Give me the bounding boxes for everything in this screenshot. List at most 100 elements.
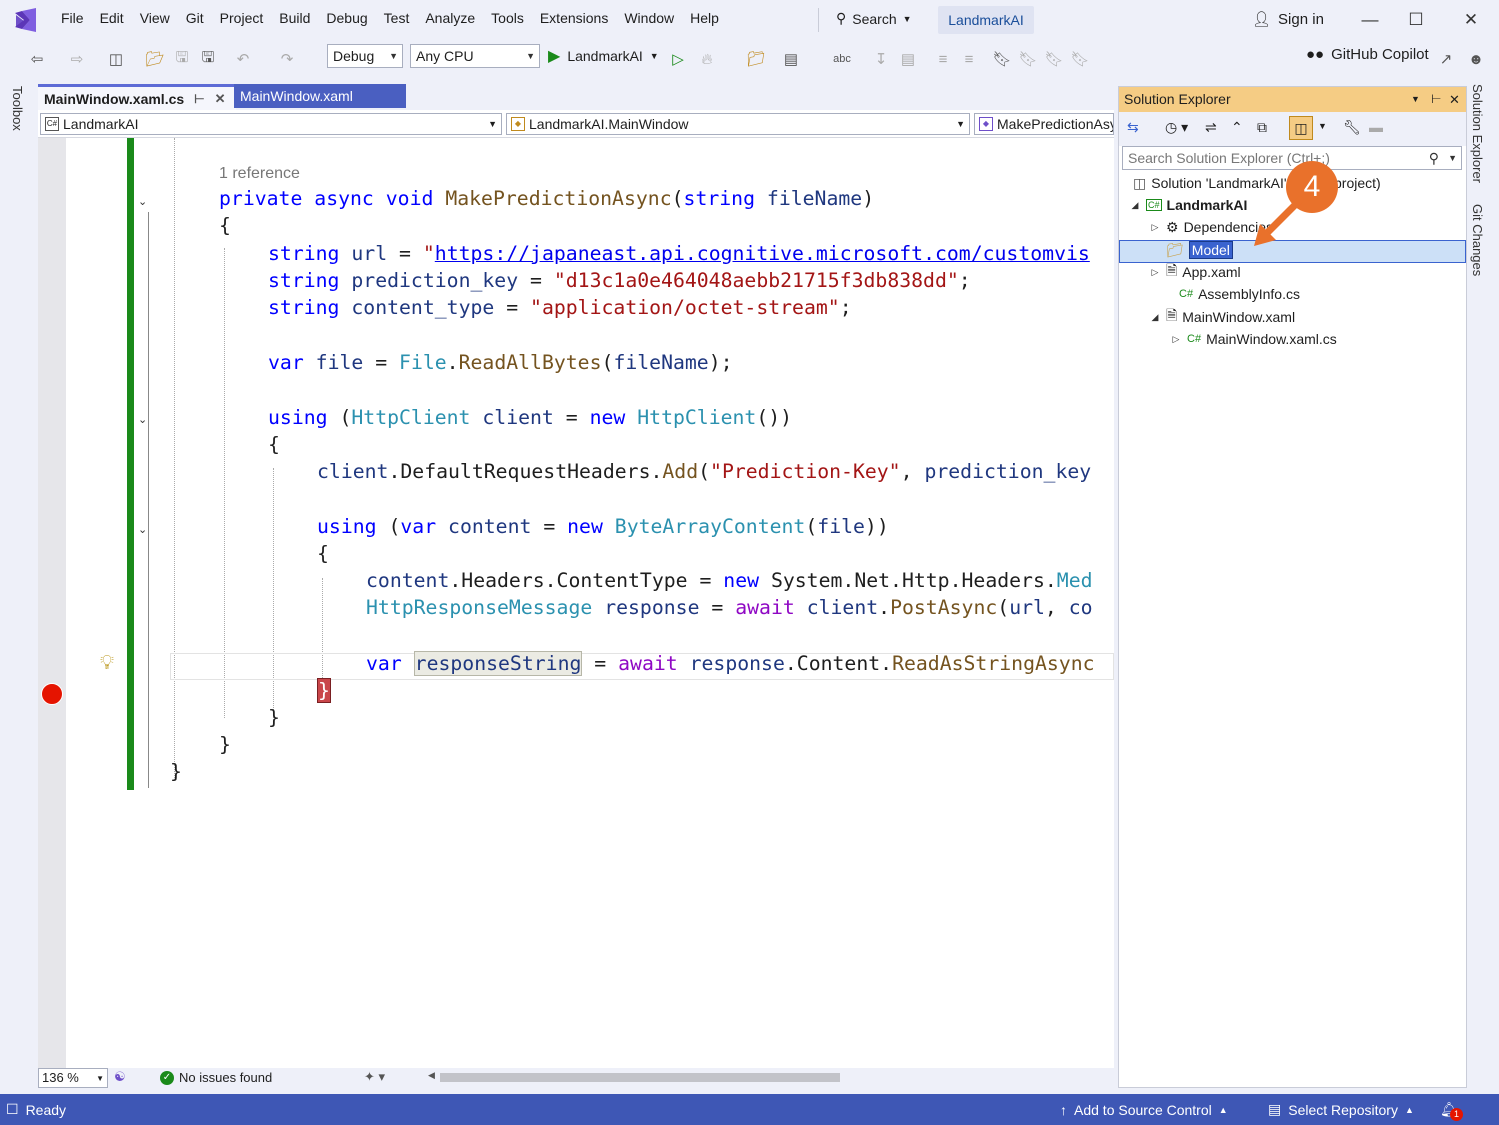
tree-item-solution[interactable]: ◫ Solution 'LandmarkAI' (1 of 1 project) [1133, 172, 1381, 194]
copy-icon[interactable]: ⧉ [1257, 119, 1267, 136]
history-icon[interactable]: ◷ ▾ [1165, 119, 1188, 136]
collapse-using-client-icon[interactable]: ⌄ [138, 413, 156, 427]
clear-bookmarks-icon[interactable]: 🔖︎ [1070, 46, 1090, 72]
tree-item-app-xaml[interactable]: ▷ 🗎︎ App.xaml [1149, 261, 1241, 283]
menu-test[interactable]: Test [376, 10, 418, 26]
code-editor[interactable]: ⌄ ⌄ ⌄ 💡︎ 1 reference private async void … [38, 138, 1114, 1068]
next-bookmark-icon[interactable]: 🔖︎ [1044, 46, 1064, 72]
menu-view[interactable]: View [132, 10, 178, 26]
run-button[interactable]: ▶ LandmarkAI ▼ [548, 46, 659, 66]
code-cleanup-icon[interactable]: ✦ ▾ [364, 1069, 385, 1085]
issues-indicator[interactable]: ✓ No issues found [160, 1070, 272, 1085]
scroll-left-icon[interactable]: ◀ [428, 1070, 435, 1081]
collapse-all-icon[interactable]: ⌃ [1231, 119, 1243, 136]
save-all-icon[interactable]: 🖫︎ [198, 46, 218, 72]
copilot-status-icon[interactable]: ☯ [114, 1069, 126, 1085]
github-copilot-button[interactable]: ●● GitHub Copilot [1306, 46, 1429, 63]
browse-icon[interactable]: 📁︎ [744, 46, 768, 72]
breakpoints-icon[interactable]: ▤ [897, 46, 919, 72]
parameter: fileName [766, 187, 863, 210]
url-string[interactable]: https://japaneast.api.cognitive.microsof… [435, 242, 1090, 265]
previous-bookmark-icon[interactable]: 🔖︎ [1018, 46, 1038, 72]
highlighted-variable[interactable]: responseString [413, 651, 583, 676]
menu-edit[interactable]: Edit [92, 10, 132, 26]
menu-extensions[interactable]: Extensions [532, 10, 616, 26]
pin-icon[interactable]: ⊢ [1431, 87, 1441, 112]
wrench-icon[interactable]: 🔧︎ [1343, 119, 1361, 136]
tab-mainwindow-xaml[interactable]: MainWindow.xaml [234, 84, 406, 108]
tree-item-mainwindow-xaml-cs[interactable]: ▷ C# MainWindow.xaml.cs [1170, 328, 1337, 350]
collapse-using-content-icon[interactable]: ⌄ [138, 523, 156, 537]
project-dropdown[interactable]: C# LandmarkAI ▼ [40, 113, 502, 135]
zoom-select[interactable]: 136 % ▼ [38, 1068, 108, 1088]
menu-build[interactable]: Build [271, 10, 318, 26]
menu-analyze[interactable]: Analyze [417, 10, 483, 26]
chevron-down-icon[interactable]: ▼ [1411, 87, 1420, 112]
layout-icon[interactable]: ▤ [780, 46, 802, 72]
notifications-button[interactable]: 🔔︎ 1 [1440, 1094, 1463, 1125]
tree-item-model-folder[interactable]: 📁︎ Model [1166, 239, 1233, 261]
navigate-forward-icon[interactable]: ⇨ [66, 46, 88, 72]
select-repository-button[interactable]: ▤ Select Repository ▲ [1268, 1094, 1414, 1125]
class-dropdown[interactable]: ◆ LandmarkAI.MainWindow ▼ [506, 113, 970, 135]
rename-input[interactable]: Model [1188, 241, 1233, 259]
tree-item-mainwindow-xaml[interactable]: ◢ 🗎︎ MainWindow.xaml [1149, 306, 1296, 328]
close-icon[interactable]: ✕ [215, 91, 226, 107]
close-icon[interactable]: ✕ [1449, 87, 1460, 112]
solution-search-input[interactable]: Search Solution Explorer (Ctrl+;) ⚲ ▼ [1122, 146, 1462, 170]
undo-icon[interactable]: ↶ [232, 46, 254, 72]
pin-icon[interactable]: ⊢ [194, 92, 204, 106]
hot-reload-icon[interactable]: 🔥︎ [696, 46, 718, 72]
uncomment-icon[interactable]: ≡ [958, 46, 980, 72]
collapsed-arrow-icon[interactable]: ▷ [1170, 334, 1182, 345]
menu-help[interactable]: Help [682, 10, 727, 26]
navigate-back-icon[interactable]: ⇦ [26, 46, 48, 72]
sync-icon[interactable]: ⇆ [1127, 119, 1139, 136]
collapse-method-icon[interactable]: ⌄ [138, 195, 156, 209]
horizontal-scrollbar[interactable] [440, 1073, 840, 1082]
sign-in-button[interactable]: 👤︎ Sign in [1252, 10, 1324, 29]
collapsed-arrow-icon[interactable]: ▷ [1149, 222, 1161, 233]
lightbulb-icon[interactable]: 💡︎ [100, 652, 114, 675]
menu-git[interactable]: Git [178, 10, 212, 26]
step-icon[interactable]: ↧ [870, 46, 892, 72]
save-icon[interactable]: 🖫︎ [172, 46, 192, 72]
redo-icon[interactable]: ↷ [276, 46, 298, 72]
chevron-down-icon[interactable]: ▼ [1448, 147, 1457, 169]
member-dropdown[interactable]: ◆ MakePredictionAsync [974, 113, 1114, 135]
close-button[interactable]: ✕ [1456, 8, 1486, 32]
bookmark-icon[interactable]: 🔖︎ [992, 46, 1012, 72]
menu-tools[interactable]: Tools [483, 10, 532, 26]
menu-debug[interactable]: Debug [318, 10, 375, 26]
git-changes-side-tab[interactable]: Git Changes [1470, 204, 1485, 276]
chevron-down-icon: ▼ [649, 51, 659, 61]
spell-check-icon[interactable]: abc [832, 46, 852, 72]
feedback-icon[interactable]: ☻ [1466, 46, 1486, 72]
open-folder-icon[interactable]: 📂︎ [144, 46, 166, 72]
tree-item-assemblyinfo[interactable]: C# AssemblyInfo.cs [1179, 283, 1300, 305]
tree-item-project[interactable]: ◢ C# LandmarkAI [1129, 194, 1248, 216]
search-button[interactable]: ⚲ Search ▼ [836, 10, 912, 27]
expanded-arrow-icon[interactable]: ◢ [1149, 312, 1161, 323]
tab-mainwindow-xaml-cs[interactable]: MainWindow.xaml.cs ⊢ ✕ [38, 84, 236, 110]
menu-file[interactable]: File [53, 10, 92, 26]
share-icon[interactable]: ↗ [1436, 46, 1456, 72]
preview-icon[interactable]: ▬ [1369, 119, 1383, 135]
chevron-down-icon[interactable]: ▼ [1318, 121, 1327, 131]
comment-icon[interactable]: ≡ [932, 46, 954, 72]
solution-explorer-side-tab[interactable]: Solution Explorer [1470, 84, 1485, 183]
add-to-source-control-button[interactable]: ↑ Add to Source Control ▲ [1060, 1094, 1228, 1125]
platform-select[interactable]: Any CPU ▼ [410, 44, 540, 68]
collapsed-arrow-icon[interactable]: ▷ [1149, 267, 1161, 278]
menu-project[interactable]: Project [212, 10, 272, 26]
configuration-select[interactable]: Debug ▼ [327, 44, 403, 68]
maximize-button[interactable]: ☐ [1401, 8, 1431, 32]
start-without-debugging-icon[interactable]: ▷ [668, 46, 688, 72]
switch-views-icon[interactable]: ⇌ [1205, 119, 1217, 136]
minimize-button[interactable]: — [1355, 8, 1385, 32]
new-item-icon[interactable]: ◫ [104, 46, 128, 72]
menu-window[interactable]: Window [616, 10, 682, 26]
expanded-arrow-icon[interactable]: ◢ [1129, 200, 1141, 211]
toolbox-tab[interactable]: Toolbox [10, 86, 25, 131]
show-all-files-icon[interactable]: ◫ [1289, 116, 1313, 140]
